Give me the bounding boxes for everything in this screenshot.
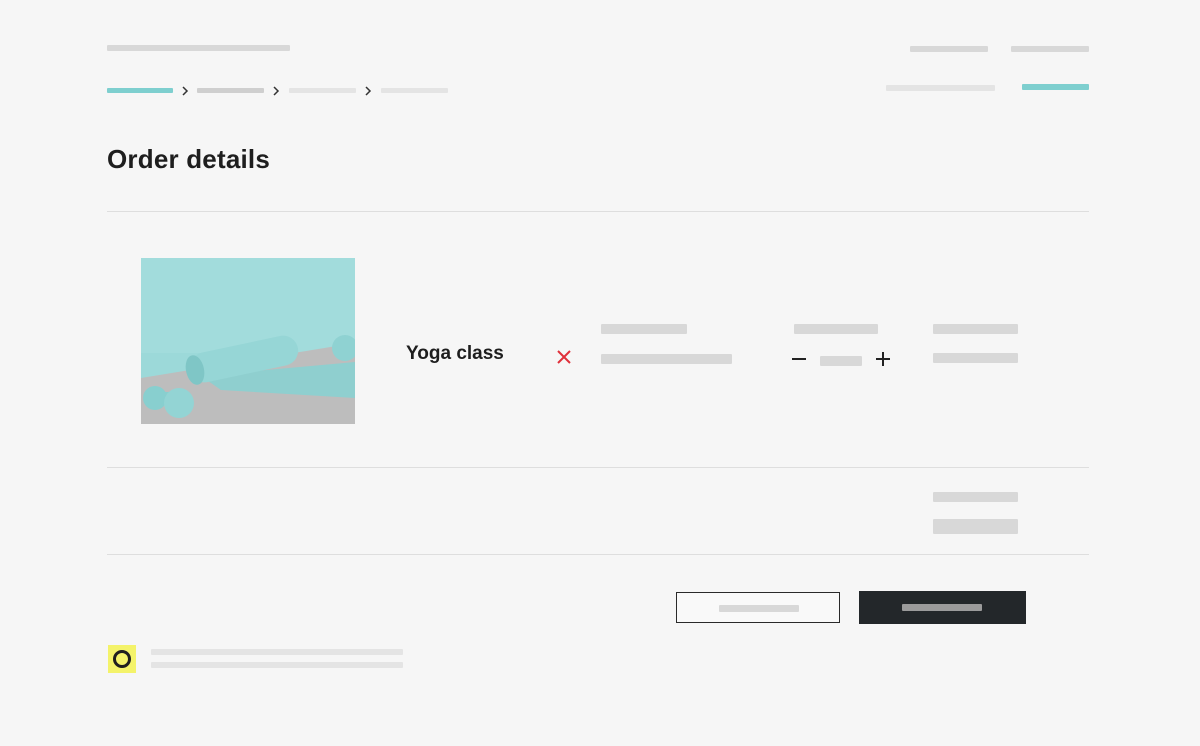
secondary-button[interactable]	[676, 592, 840, 623]
minus-icon[interactable]	[789, 349, 809, 369]
price-placeholder	[933, 324, 1018, 334]
chevron-right-icon	[273, 86, 280, 96]
page-title: Order details	[107, 144, 270, 174]
footer-note-placeholder	[151, 662, 403, 668]
primary-button-label-placeholder	[902, 604, 982, 611]
divider	[107, 554, 1089, 555]
chevron-right-icon	[182, 86, 189, 96]
total-placeholder	[933, 519, 1018, 534]
quantity-label-placeholder	[794, 324, 878, 334]
item-detail-placeholder	[601, 354, 732, 364]
ring-icon	[108, 645, 136, 673]
secondary-nav-link-active[interactable]	[1022, 84, 1089, 90]
secondary-button-label-placeholder	[719, 605, 799, 612]
divider	[107, 211, 1089, 212]
breadcrumb-step-active[interactable]	[107, 88, 173, 93]
site-title-placeholder	[107, 45, 290, 51]
divider	[107, 467, 1089, 468]
chevron-right-icon	[365, 86, 372, 96]
primary-button[interactable]	[859, 591, 1026, 624]
header-link-placeholder[interactable]	[910, 46, 988, 52]
product-image	[141, 258, 355, 424]
secondary-nav-link[interactable]	[886, 85, 995, 91]
plus-icon[interactable]	[873, 349, 893, 369]
breadcrumb-step[interactable]	[197, 88, 264, 93]
item-detail-placeholder	[601, 324, 687, 334]
subtotal-placeholder	[933, 492, 1018, 502]
product-name: Yoga class	[406, 343, 504, 364]
breadcrumb-step[interactable]	[381, 88, 448, 93]
breadcrumb-step[interactable]	[289, 88, 356, 93]
quantity-stepper[interactable]	[820, 356, 862, 366]
close-icon[interactable]	[553, 346, 575, 368]
price-placeholder	[933, 353, 1018, 363]
footer-note-placeholder	[151, 649, 403, 655]
header-link-placeholder[interactable]	[1011, 46, 1089, 52]
